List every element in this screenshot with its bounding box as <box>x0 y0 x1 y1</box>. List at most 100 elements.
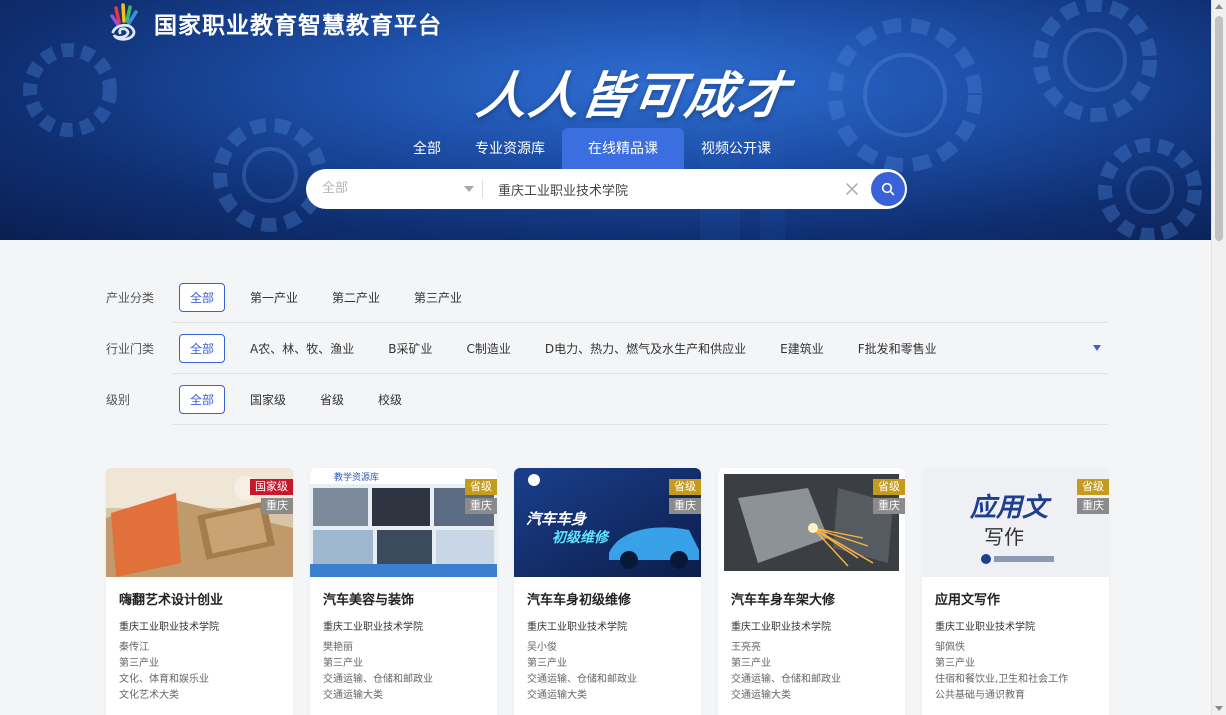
search-category-value: 全部 <box>322 181 349 196</box>
level-badge: 省级 <box>873 479 905 495</box>
course-thumbnail: 国家级 重庆 <box>106 468 293 577</box>
course-card[interactable]: 应用文 写作 省级 重庆 应用文写作 重庆工业职业技术学院 邹佩佚 第三产业 住… <box>922 468 1109 715</box>
thumb-label: 写作 <box>984 525 1024 549</box>
course-school: 重庆工业职业技术学院 <box>323 622 423 633</box>
search-icon <box>881 182 895 196</box>
divider <box>172 424 1108 425</box>
slogan: 人人皆可成才 <box>473 66 794 125</box>
filter-option[interactable]: 第二产业 <box>332 289 380 306</box>
filter-option[interactable]: 省级 <box>320 391 344 408</box>
filter-option-all[interactable]: 全部 <box>179 385 226 414</box>
course-title: 应用文写作 <box>935 593 1001 608</box>
tab-all[interactable]: 全部 <box>396 128 458 170</box>
expand-caret-icon[interactable] <box>1093 345 1101 351</box>
filter-option[interactable]: 校级 <box>378 391 402 408</box>
filter-label: 行业门类 <box>106 342 155 356</box>
course-thumbnail: 省级 重庆 <box>718 468 905 577</box>
course-card[interactable]: 教学资源库 省级 重庆 汽车美容与装饰 重庆工业职业技术学院 樊艳丽 第三产业 … <box>310 468 497 715</box>
region-badge: 重庆 <box>873 498 905 514</box>
hand-logo-icon <box>110 3 138 41</box>
course-title: 汽车美容与装饰 <box>323 593 415 608</box>
tab-video-open-course[interactable]: 视频公开课 <box>684 128 788 170</box>
search-category-select[interactable]: 全部 <box>322 169 482 209</box>
filter-option[interactable]: A农、林、牧、渔业 <box>250 340 354 357</box>
course-school: 重庆工业职业技术学院 <box>527 622 627 633</box>
filter-row-industry-sector: 行业门类 全部 A农、林、牧、渔业 B采矿业 C制造业 D电力、热力、燃气及水生… <box>106 323 1108 374</box>
course-industry-class: 第三产业 <box>119 658 159 669</box>
tab-online-course[interactable]: 在线精品课 <box>562 128 684 170</box>
scroll-thumb[interactable] <box>1215 16 1223 241</box>
region-badge: 重庆 <box>261 498 293 514</box>
course-industry-class: 第三产业 <box>731 658 771 669</box>
course-card[interactable]: 汽车车身 初级维修 省级 重庆 汽车车身初级维修 重庆工业职业技术学院 吴小俊 … <box>514 468 701 715</box>
filter-option[interactable]: C制造业 <box>466 340 510 357</box>
filter-label: 级别 <box>106 393 131 407</box>
logo[interactable]: 国家职业教育智慧教育平台 <box>104 2 442 44</box>
region-badge: 重庆 <box>465 498 497 514</box>
course-title: 嗨翻艺术设计创业 <box>119 593 224 608</box>
course-industry-class: 第三产业 <box>527 658 567 669</box>
course-industry: 交通运输、仓储和邮政业 <box>323 674 433 685</box>
tab-resource-library[interactable]: 专业资源库 <box>458 128 562 170</box>
level-badge: 省级 <box>1077 479 1109 495</box>
filter-option[interactable]: B采矿业 <box>388 340 432 357</box>
scrollbar[interactable] <box>1211 0 1226 715</box>
filter-option[interactable]: E建筑业 <box>780 340 824 357</box>
course-category: 交通运输大类 <box>527 690 587 701</box>
filter-option-all[interactable]: 全部 <box>179 283 226 312</box>
region-badge: 重庆 <box>1077 498 1109 514</box>
thumb-label: 汽车车身 <box>526 510 588 528</box>
filter-option[interactable]: 第三产业 <box>414 289 462 306</box>
banner: 国家职业教育智慧教育平台 人人皆可成才 全部 专业资源库 在线精品课 视频公开课… <box>0 0 1211 240</box>
level-badge: 国家级 <box>250 479 293 495</box>
course-category: 公共基础与通识教育 <box>935 690 1025 701</box>
chevron-down-icon <box>464 186 474 192</box>
course-list: 国家级 重庆 嗨翻艺术设计创业 重庆工业职业技术学院 秦传江 第三产业 文化、体… <box>106 468 1109 715</box>
course-thumbnail: 应用文 写作 省级 重庆 <box>922 468 1109 577</box>
search-box: 全部 <box>306 169 907 209</box>
filter-option[interactable]: 第一产业 <box>250 289 298 306</box>
course-school: 重庆工业职业技术学院 <box>119 622 219 633</box>
course-industry: 文化、体育和娱乐业 <box>119 674 209 685</box>
course-teacher: 王亮亮 <box>731 642 761 653</box>
search-divider <box>482 180 483 198</box>
filter-panel: 产业分类 全部 第一产业 第二产业 第三产业 行业门类 全部 A农、林、牧、渔业… <box>106 272 1108 425</box>
course-school: 重庆工业职业技术学院 <box>731 622 831 633</box>
course-industry: 交通运输、仓储和邮政业 <box>527 674 637 685</box>
course-teacher: 吴小俊 <box>527 642 557 653</box>
level-badge: 省级 <box>465 479 497 495</box>
course-teacher: 邹佩佚 <box>935 642 965 653</box>
course-industry-class: 第三产业 <box>935 658 975 669</box>
scroll-up-icon[interactable] <box>1215 4 1223 9</box>
search-button[interactable] <box>871 172 905 206</box>
filter-option[interactable]: F批发和零售业 <box>858 340 937 357</box>
thumb-label: 初级维修 <box>552 529 610 546</box>
filter-option[interactable]: D电力、热力、燃气及水生产和供应业 <box>545 340 746 357</box>
thumb-label: 教学资源库 <box>334 471 379 483</box>
filter-row-level: 级别 全部 国家级 省级 校级 <box>106 374 1108 425</box>
course-category: 文化艺术大类 <box>119 690 179 701</box>
thumb-label: 应用文 <box>969 493 1052 523</box>
filter-label: 产业分类 <box>106 291 155 305</box>
course-category: 交通运输大类 <box>731 690 791 701</box>
course-card[interactable]: 国家级 重庆 嗨翻艺术设计创业 重庆工业职业技术学院 秦传江 第三产业 文化、体… <box>106 468 293 715</box>
logo-text: 国家职业教育智慧教育平台 <box>154 13 442 39</box>
course-thumbnail: 汽车车身 初级维修 省级 重庆 <box>514 468 701 577</box>
course-industry: 交通运输、仓储和邮政业 <box>731 674 841 685</box>
course-card[interactable]: 省级 重庆 汽车车身车架大修 重庆工业职业技术学院 王亮亮 第三产业 交通运输、… <box>718 468 905 715</box>
resource-tabs: 全部 专业资源库 在线精品课 视频公开课 <box>396 128 788 170</box>
close-icon[interactable] <box>844 181 860 197</box>
course-teacher: 樊艳丽 <box>323 642 353 653</box>
course-title: 汽车车身车架大修 <box>731 593 836 608</box>
region-badge: 重庆 <box>669 498 701 514</box>
search-input[interactable] <box>498 169 828 209</box>
scroll-down-icon[interactable] <box>1215 706 1223 711</box>
course-industry: 住宿和餐饮业,卫生和社会工作 <box>935 674 1069 685</box>
filter-row-industry-class: 产业分类 全部 第一产业 第二产业 第三产业 <box>106 272 1108 323</box>
filter-option-all[interactable]: 全部 <box>179 334 226 363</box>
course-school: 重庆工业职业技术学院 <box>935 622 1035 633</box>
filter-option[interactable]: 国家级 <box>250 391 286 408</box>
course-teacher: 秦传江 <box>119 642 149 653</box>
course-industry-class: 第三产业 <box>323 658 363 669</box>
level-badge: 省级 <box>669 479 701 495</box>
